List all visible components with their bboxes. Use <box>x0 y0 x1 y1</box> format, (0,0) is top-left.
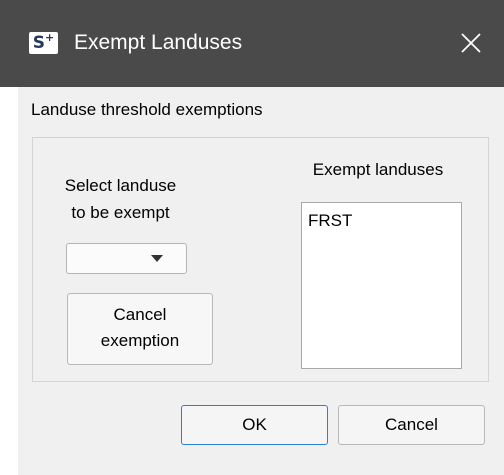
cancel-exemption-label-line2: exemption <box>100 331 180 350</box>
ok-button[interactable]: OK <box>181 405 328 445</box>
exempt-landuses-label: Exempt landuses <box>312 160 444 179</box>
select-label-line2: to be exempt <box>71 203 170 222</box>
exempt-landuses-list[interactable]: FRST <box>301 202 462 369</box>
window-title: Exempt Landuses <box>74 31 243 54</box>
exemptions-group: Select landuse to be exempt Cancel exemp… <box>32 137 489 382</box>
close-icon-glyph <box>461 33 481 53</box>
exempt-landuses-dialog: S+ Exempt Landuses Landuse threshold exe… <box>0 0 504 475</box>
landuse-select[interactable] <box>66 243 187 274</box>
select-landuse-label: Select landuse to be exempt <box>33 172 208 226</box>
cancel-button[interactable]: Cancel <box>338 405 485 445</box>
list-item[interactable]: FRST <box>308 210 461 232</box>
dialog-body: Landuse threshold exemptions Select land… <box>18 87 504 475</box>
select-label-line1: Select landuse <box>64 176 177 195</box>
section-label: Landuse threshold exemptions <box>31 100 263 119</box>
title-bar[interactable]: S+ Exempt Landuses <box>0 0 504 87</box>
cancel-exemption-label-line1: Cancel <box>113 305 167 324</box>
close-icon[interactable] <box>457 30 485 58</box>
chevron-down-icon <box>151 255 163 262</box>
app-icon: S+ <box>29 32 58 54</box>
cancel-exemption-button[interactable]: Cancel exemption <box>67 293 213 365</box>
